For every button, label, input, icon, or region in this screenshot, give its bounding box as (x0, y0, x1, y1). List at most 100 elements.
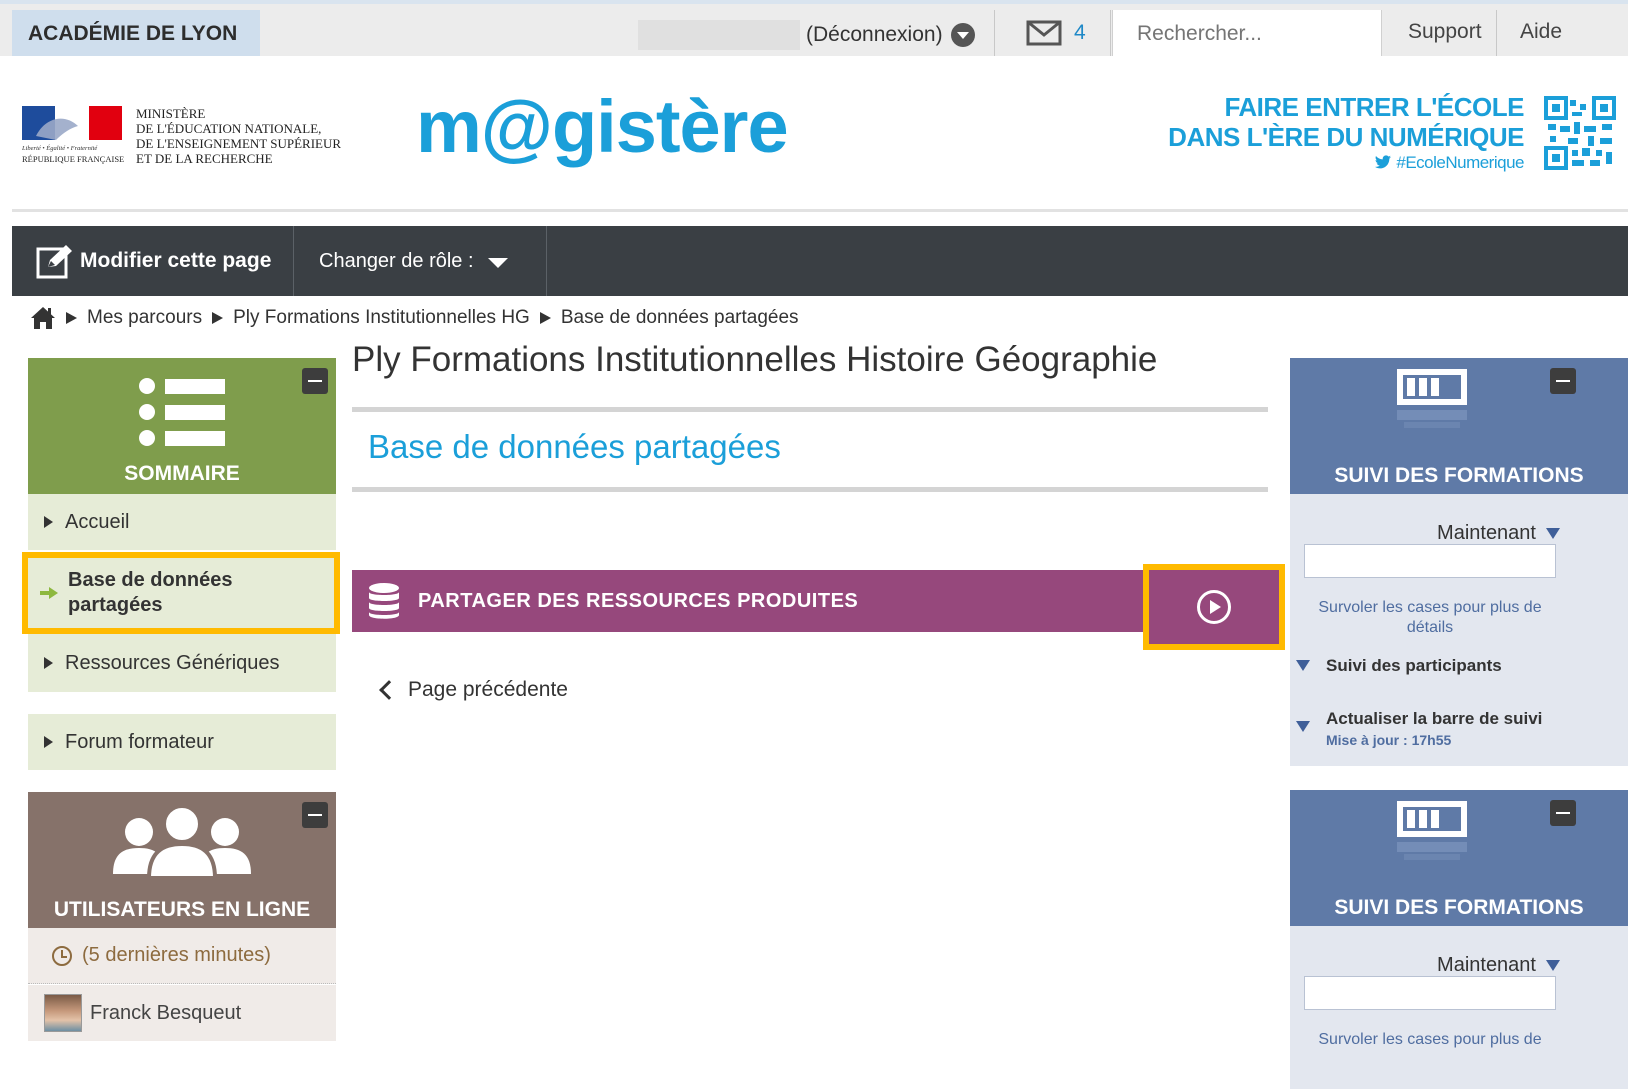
suivi-block-header: SUIVI DES FORMATIONS (1290, 790, 1628, 926)
edit-page-label: Modifier cette page (80, 249, 272, 272)
user-menu-dropdown-icon[interactable] (950, 23, 975, 47)
progress-bar-icon (1397, 801, 1467, 860)
sommaire-item-base-de-donnees[interactable]: Base de données partagées (22, 552, 340, 634)
share-resources-banner[interactable]: PARTAGER DES RESSOURCES PRODUITES (352, 570, 1268, 632)
triangle-down-icon (1546, 528, 1560, 539)
users-online-period-label: (5 dernières minutes) (82, 944, 271, 966)
sommaire-item-accueil[interactable]: Accueil (28, 494, 336, 550)
support-link[interactable]: Support (1408, 20, 1482, 44)
aide-link[interactable]: Aide (1520, 20, 1562, 44)
chevron-left-icon (379, 680, 399, 700)
divider (994, 10, 995, 58)
previous-page-link[interactable]: Page précédente (378, 678, 568, 702)
home-icon[interactable] (30, 306, 56, 330)
progress-bar-icon (1397, 369, 1467, 428)
user-name-redacted (638, 20, 800, 50)
sommaire-item-label: Forum formateur (65, 730, 214, 753)
slogan: FAIRE ENTRER L'ÉCOLE DANS L'ÈRE DU NUMÉR… (1168, 92, 1524, 174)
users-online-block-header: UTILISATEURS EN LIGNE (28, 792, 336, 928)
academie-label[interactable]: ACADÉMIE DE LYON (12, 10, 260, 58)
sommaire-item-label: Ressources Génériques (65, 651, 280, 674)
divider (352, 487, 1268, 492)
refresh-progress-link[interactable]: Actualiser la barre de suivi Mise à jour… (1296, 709, 1542, 748)
messages-count: 4 (1074, 21, 1086, 44)
slogan-line: DANS L'ÈRE DU NUMÉRIQUE (1168, 122, 1524, 152)
last-update-label: Mise à jour : 17h55 (1326, 732, 1452, 748)
top-bar: ACADÉMIE DE LYON (Déconnexion) 4 Support… (0, 0, 1628, 58)
divider (1110, 10, 1111, 58)
marianne-logo: Liberté • Égalité • Fraternité RÉPUBLIQU… (21, 106, 125, 169)
period-select[interactable]: Maintenant (1437, 522, 1560, 545)
sommaire-block-header: SOMMAIRE (28, 358, 336, 494)
suivi-hint: Survoler les cases pour plus de (1318, 1031, 1542, 1048)
logout-link[interactable]: (Déconnexion) (806, 18, 975, 52)
suivi-block-header: SUIVI DES FORMATIONS (1290, 358, 1628, 494)
triangle-right-icon (44, 516, 53, 528)
period-select[interactable]: Maintenant (1437, 954, 1560, 977)
online-user[interactable]: Franck Besqueut (28, 985, 336, 1041)
database-icon (369, 583, 399, 619)
breadcrumb-item-current: Base de données partagées (560, 307, 799, 328)
breadcrumb-arrow-icon (212, 312, 224, 324)
divider (352, 407, 1268, 412)
messages-button[interactable]: 4 (1026, 20, 1086, 46)
sommaire-title: SOMMAIRE (124, 462, 240, 485)
triangle-down-icon (1546, 960, 1560, 971)
breadcrumb-arrow-icon (66, 312, 77, 324)
change-role-label: Changer de rôle : (319, 249, 474, 272)
edit-icon (36, 245, 72, 279)
republique-label: RÉPUBLIQUE FRANÇAISE (22, 154, 125, 164)
breadcrumb-arrow-icon (539, 312, 551, 324)
magistere-logo[interactable]: m@gistère (416, 84, 789, 169)
users-online-title: UTILISATEURS EN LIGNE (53, 898, 311, 921)
suivi-title: SUIVI DES FORMATIONS (1334, 464, 1584, 487)
collapse-sommaire-button[interactable] (302, 368, 328, 394)
breadcrumb-item[interactable]: Mes parcours (87, 307, 202, 329)
progress-bar-cells[interactable] (1304, 544, 1556, 578)
period-label: Maintenant (1437, 522, 1536, 544)
triangle-right-icon (44, 736, 53, 748)
suivi-participants-link[interactable]: Suivi des participants (1296, 656, 1502, 676)
open-activity-button[interactable] (1143, 564, 1285, 650)
sommaire-item-label: Base de données partagées (68, 569, 233, 616)
suivi-hint: Survoler les cases pour plus de détails (1318, 599, 1542, 636)
search-box (1112, 10, 1382, 58)
breadcrumb: Mes parcours Ply Formations Institutionn… (30, 300, 799, 336)
ministry-line: MINISTÈRE (136, 106, 206, 121)
collapse-users-button[interactable] (302, 802, 328, 828)
envelope-icon (1026, 20, 1062, 46)
suivi-link-label: Suivi des participants (1326, 656, 1502, 675)
logout-label: (Déconnexion) (806, 23, 943, 46)
progress-bar-cells[interactable] (1304, 976, 1556, 1010)
triangle-right-icon (44, 657, 53, 669)
search-input[interactable] (1113, 10, 1381, 58)
refresh-progress-text: Actualiser la barre de suivi Mise à jour… (1326, 709, 1542, 748)
sommaire-item-forum[interactable]: Forum formateur (28, 714, 336, 770)
change-role-dropdown[interactable]: Changer de rôle : (295, 226, 547, 296)
site-header: Liberté • Égalité • Fraternité RÉPUBLIQU… (12, 56, 1628, 212)
collapse-suivi-button[interactable] (1550, 368, 1576, 394)
users-icon (113, 804, 251, 880)
triangle-down-icon (1296, 660, 1310, 671)
twitter-icon (1375, 155, 1392, 169)
suivi-link-label: Actualiser la barre de suivi (1326, 709, 1543, 728)
breadcrumb-item[interactable]: Ply Formations Institutionnelles HG (233, 307, 530, 329)
course-title: Ply Formations Institutionnelles Histoir… (352, 340, 1158, 379)
slogan-line: FAIRE ENTRER L'ÉCOLE (1224, 92, 1524, 122)
list-icon (139, 378, 225, 446)
play-circle-icon (1197, 590, 1231, 624)
share-resources-label: PARTAGER DES RESSOURCES PRODUITES (418, 589, 859, 612)
hashtag: #EcoleNumerique (1396, 153, 1524, 172)
edit-page-button[interactable]: Modifier cette page (12, 226, 294, 296)
caret-down-icon (487, 258, 508, 268)
ministry-name: MINISTÈRE DE L'ÉDUCATION NATIONALE, DE L… (136, 106, 341, 166)
collapse-suivi-button[interactable] (1550, 800, 1576, 826)
sommaire-item-label: Accueil (65, 510, 130, 533)
ministry-line: DE L'ÉDUCATION NATIONALE, (136, 121, 322, 136)
online-user-name: Franck Besqueut (90, 1001, 242, 1024)
svg-text:Liberté • Égalité • Fraternité: Liberté • Égalité • Fraternité (22, 144, 98, 152)
sommaire-item-ressources[interactable]: Ressources Génériques (28, 634, 336, 692)
period-label: Maintenant (1437, 954, 1536, 976)
divider (1496, 10, 1497, 58)
qr-code-icon (1544, 96, 1616, 170)
